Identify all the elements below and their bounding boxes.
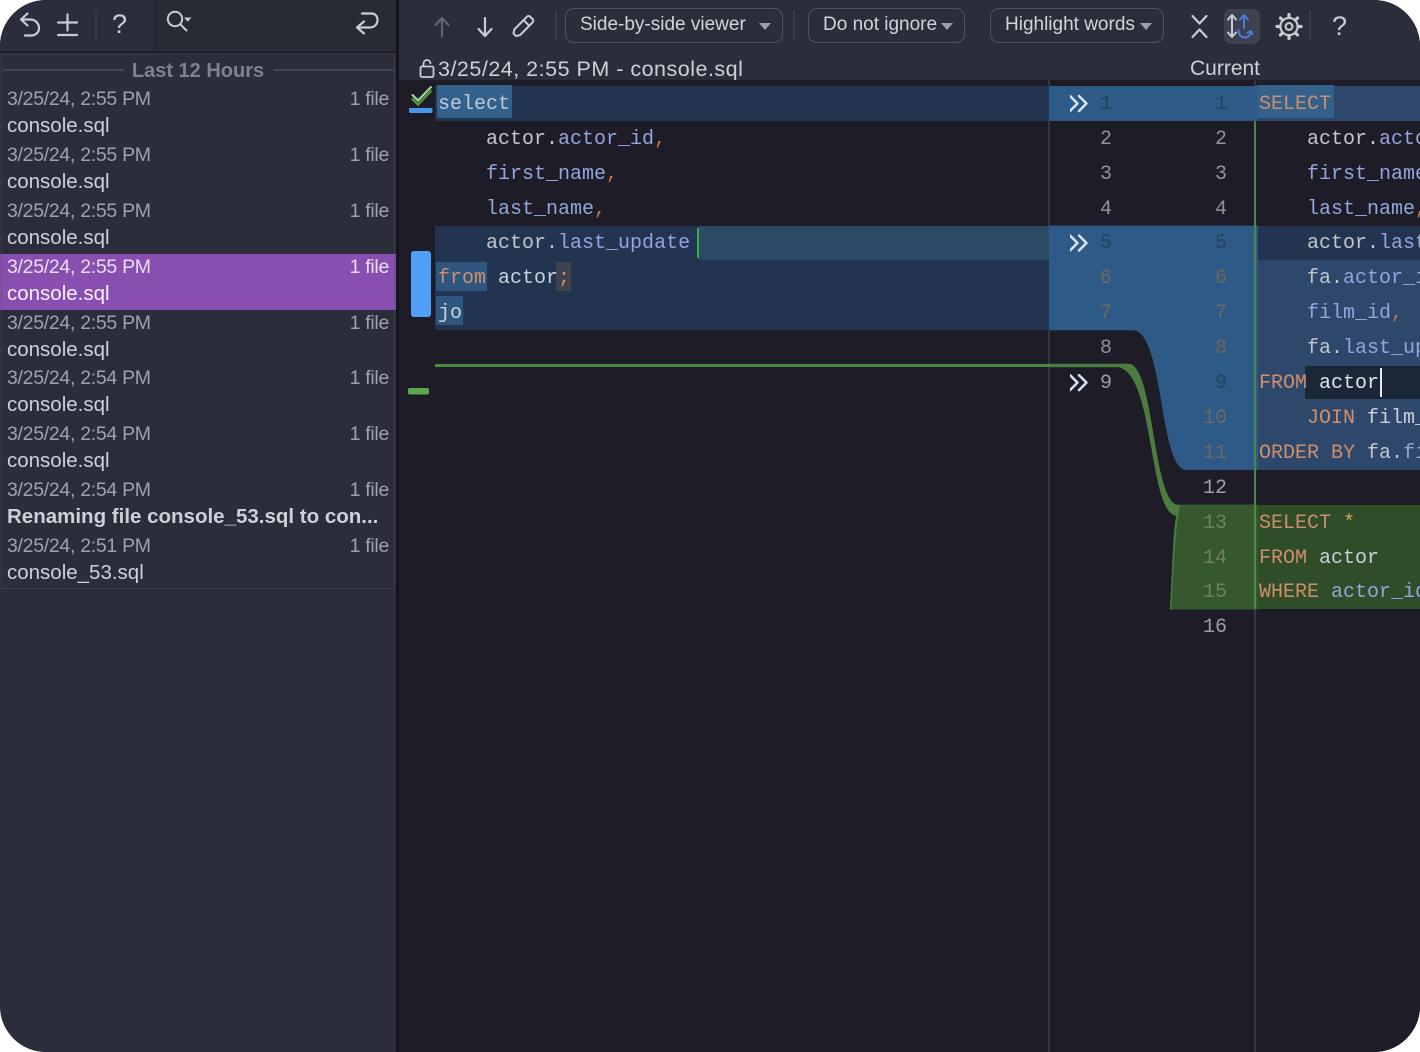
svg-text:?: ? (112, 9, 127, 39)
svg-text:?: ? (1332, 11, 1347, 41)
